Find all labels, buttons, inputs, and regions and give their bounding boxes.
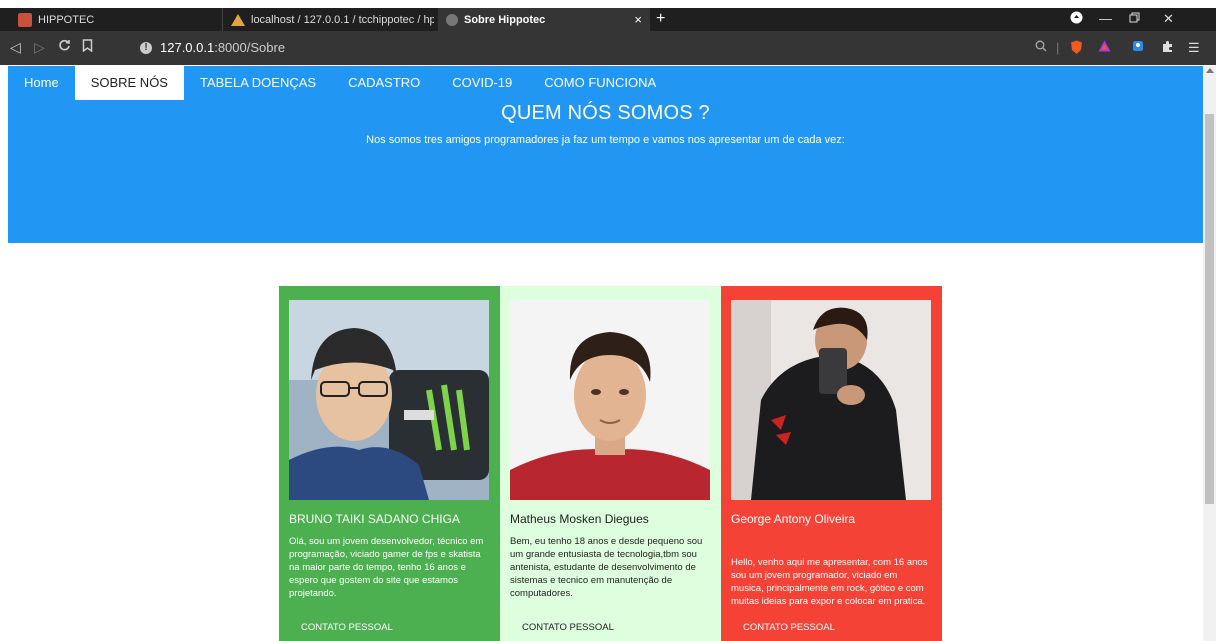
page-viewport: Home SOBRE NÓS TABELA DOENÇAS CADASTRO C… [8, 66, 1203, 641]
profile-photo [731, 300, 931, 500]
profile-icon[interactable] [1070, 11, 1083, 27]
tab-sobre-hippotec[interactable]: Sobre Hippotec × [438, 8, 650, 31]
contact-button[interactable]: CONTATO PESSOAL [522, 622, 614, 633]
nav-home[interactable]: Home [8, 66, 75, 100]
tab-phpmyadmin[interactable]: localhost / 127.0.0.1 / tcchippotec / hp [222, 8, 434, 31]
tab-label: HIPPOTEC [38, 13, 95, 26]
tab-hippotec[interactable]: HIPPOTEC [10, 8, 215, 31]
member-bio: Olá, sou um jovem desenvolvedor, técnico… [289, 536, 484, 599]
browser-address-bar: ◁ ▷ ! 127.0.0.1 :8000/Sobre | ☰ [0, 31, 1216, 65]
scroll-up-icon[interactable] [1206, 68, 1214, 73]
back-icon[interactable]: ◁ [10, 39, 21, 56]
brave-shield-icon[interactable] [1070, 40, 1083, 58]
puzzle-icon[interactable] [1161, 40, 1174, 56]
profile-photo [289, 300, 489, 500]
team-cards: BRUNO TAIKI SADANO CHIGA Olá, sou um jov… [279, 286, 942, 641]
extension-icon[interactable] [1132, 40, 1144, 55]
top-navbar: Home SOBRE NÓS TABELA DOENÇAS CADASTRO C… [8, 66, 1203, 100]
restore-icon[interactable] [1129, 11, 1140, 26]
globe-favicon-icon [446, 13, 458, 26]
close-tab-icon[interactable]: × [634, 12, 642, 27]
figure-caption-strip [0, 0, 1216, 8]
member-bio: Bem, eu tenho 18 anos e desde pequeno so… [510, 536, 703, 599]
browser-tab-bar: HIPPOTEC localhost / 127.0.0.1 / tcchipp… [0, 8, 1216, 31]
url-path: :8000/Sobre [214, 40, 286, 55]
page-scrollbar[interactable] [1203, 66, 1216, 641]
tab-label: Sobre Hippotec [464, 13, 546, 26]
minimize-icon[interactable]: — [1099, 11, 1112, 26]
hippotec-favicon-icon [18, 12, 32, 27]
reload-icon[interactable] [58, 39, 71, 55]
phpmyadmin-favicon-icon [231, 13, 245, 26]
tab-label: localhost / 127.0.0.1 / tcchippotec / hp [251, 13, 434, 26]
info-icon[interactable]: ! [140, 41, 152, 54]
bookmark-icon[interactable] [82, 39, 93, 55]
brave-rewards-icon[interactable] [1098, 40, 1111, 55]
new-tab-button[interactable]: + [656, 10, 665, 28]
nav-como-funciona[interactable]: COMO FUNCIONA [528, 66, 672, 100]
hero-subtitle: Nos somos tres amigos programadores ja f… [366, 134, 845, 146]
url-host: 127.0.0.1 [160, 40, 215, 55]
contact-button[interactable]: CONTATO PESSOAL [743, 622, 835, 633]
divider: | [1056, 40, 1060, 55]
scrollbar-thumb[interactable] [1205, 114, 1214, 504]
team-card: Matheus Mosken Diegues Bem, eu tenho 18 … [500, 286, 721, 641]
nav-covid-19[interactable]: COVID-19 [436, 66, 528, 100]
zoom-icon[interactable] [1035, 40, 1047, 55]
member-name: Matheus Mosken Diegues [510, 512, 649, 526]
hero-section: QUEM NÓS SOMOS ? Nos somos tres amigos p… [8, 100, 1203, 243]
nav-cadastro[interactable]: CADASTRO [332, 66, 436, 100]
close-window-icon[interactable]: ✕ [1163, 11, 1174, 27]
profile-photo [510, 300, 710, 500]
nav-sobre-nos[interactable]: SOBRE NÓS [74, 66, 184, 100]
member-name: BRUNO TAIKI SADANO CHIGA [289, 512, 460, 526]
menu-icon[interactable]: ☰ [1188, 40, 1200, 56]
member-name: George Antony Oliveira [731, 512, 856, 526]
url-field[interactable]: ! 127.0.0.1 :8000/Sobre [140, 40, 285, 55]
member-bio: Hello, venho aqui me apresentar, com 16 … [731, 557, 928, 607]
team-card: BRUNO TAIKI SADANO CHIGA Olá, sou um jov… [279, 286, 500, 641]
nav-tabela-doencas[interactable]: TABELA DOENÇAS [184, 66, 332, 100]
contact-button[interactable]: CONTATO PESSOAL [301, 622, 393, 633]
forward-icon[interactable]: ▷ [34, 39, 45, 56]
hero-title: QUEM NÓS SOMOS ? [501, 102, 710, 124]
team-card: George Antony Oliveira Hello, venho aqui… [721, 286, 942, 641]
